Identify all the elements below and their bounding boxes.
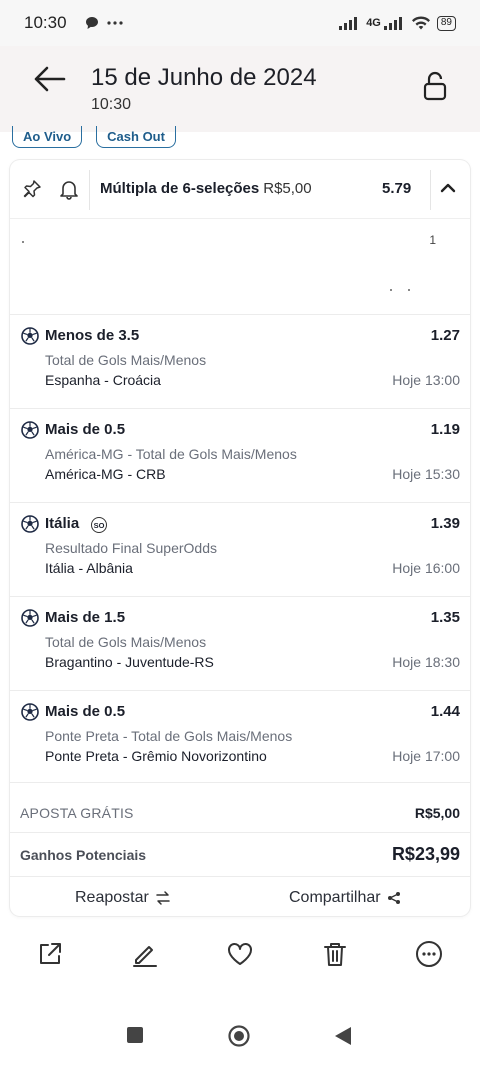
network-type: 4G xyxy=(366,17,381,29)
selection-odds: 1.39 xyxy=(430,515,460,532)
rebet-button[interactable]: Reapostar xyxy=(75,889,171,907)
bet-actions: Reapostar Compartilhar xyxy=(10,876,470,916)
more-notifications-icon xyxy=(106,21,123,25)
header-divider xyxy=(89,170,90,210)
soccer-ball-icon xyxy=(21,515,39,533)
soccer-ball-icon xyxy=(21,421,39,439)
hidden-selection-area: 1 xyxy=(10,218,470,314)
selection-event: Itália - Albânia xyxy=(45,560,133,576)
selection-pick: Mais de 0.5 xyxy=(45,421,126,438)
edit-icon[interactable] xyxy=(131,940,159,968)
superodds-badge: SO xyxy=(91,517,107,533)
potential-winnings-label: Ganhos Potenciais xyxy=(20,847,147,863)
selection-row[interactable]: Mais de 0.5 1.44 Ponte Preta - Total de Go… xyxy=(10,690,470,784)
selection-pick: Mais de 1.5 xyxy=(45,609,126,626)
artifact-dot xyxy=(408,289,410,291)
battery-indicator: 89 xyxy=(436,15,456,31)
status-left: 10:30 xyxy=(24,13,123,33)
selection-market: Resultado Final SuperOdds xyxy=(45,540,217,556)
artifact-dot xyxy=(22,241,24,243)
selection-pick: Mais de 0.5 xyxy=(45,703,126,720)
share-label: Compartilhar xyxy=(289,889,381,906)
potential-winnings-row: Ganhos Potenciais R$23,99 xyxy=(10,832,470,876)
bet-title: Múltipla de 6-seleções R$5,00 xyxy=(100,180,312,197)
free-bet-row: APOSTA GRÁTIS R$5,00 xyxy=(10,782,470,832)
bet-card-header[interactable]: Múltipla de 6-seleções R$5,00 5.79 xyxy=(10,160,470,218)
selection-time: Hoje 16:00 xyxy=(392,560,460,576)
soccer-ball-icon xyxy=(21,327,39,345)
chip-live[interactable]: Ao Vivo xyxy=(12,126,83,148)
selection-event: Espanha - Croácia xyxy=(45,372,161,388)
swap-icon xyxy=(156,891,170,905)
bet-card: Múltipla de 6-seleções R$5,00 5.79 1 Meno… xyxy=(10,160,470,916)
selection-time: Hoje 18:30 xyxy=(392,654,460,670)
selection-market: Total de Gols Mais/Menos xyxy=(45,352,207,368)
heart-icon[interactable] xyxy=(226,940,254,968)
share-icon xyxy=(387,892,400,904)
selection-market: América-MG - Total de Gols Mais/Menos xyxy=(45,446,297,462)
signal-icon xyxy=(339,17,358,30)
selection-row[interactable]: Menos de 3.5 1.27 Total de Gols Mais/Menos… xyxy=(10,314,470,408)
page-title: 15 de Junho de 2024 xyxy=(91,64,317,91)
arrow-left-icon[interactable] xyxy=(32,64,68,94)
status-time: 10:30 xyxy=(24,13,67,32)
bell-icon[interactable] xyxy=(59,178,79,200)
open-external-icon[interactable] xyxy=(36,940,64,968)
artifact-dot xyxy=(390,289,392,291)
bottom-toolbar xyxy=(0,930,480,980)
selection-time: Hoje 13:00 xyxy=(392,372,460,388)
page-subtitle-time: 10:30 xyxy=(91,96,132,113)
selection-odds: 1.44 xyxy=(430,703,460,720)
selection-event: Bragantino - Juventude-RS xyxy=(45,654,214,670)
wifi-icon xyxy=(411,15,430,29)
free-bet-value: R$5,00 xyxy=(414,805,460,821)
more-icon[interactable] xyxy=(415,940,443,968)
soccer-ball-icon xyxy=(21,609,39,627)
soccer-ball-icon xyxy=(21,703,39,721)
partial-digit: 1 xyxy=(429,233,436,247)
selection-row[interactable]: Itália SO 1.39 Resultado Final SuperOdds Itá… xyxy=(10,502,470,596)
back-icon[interactable] xyxy=(334,1026,352,1046)
selection-odds: 1.35 xyxy=(430,609,460,626)
selection-pick: Menos de 3.5 xyxy=(45,327,140,344)
bet-type: Múltipla de 6-seleções xyxy=(100,180,260,197)
recent-apps-icon[interactable] xyxy=(126,1026,144,1044)
selection-time: Hoje 17:00 xyxy=(392,748,460,764)
selection-pick: Itália xyxy=(45,515,80,532)
potential-winnings-value: R$23,99 xyxy=(391,844,460,864)
header-divider-2 xyxy=(430,170,431,210)
chat-notification-icon xyxy=(85,17,98,29)
selection-row[interactable]: Mais de 1.5 1.35 Total de Gols Mais/Menos B… xyxy=(10,596,470,690)
lock-icon[interactable] xyxy=(422,70,448,102)
selection-odds: 1.27 xyxy=(430,327,460,344)
bet-total-odds: 5.79 xyxy=(382,180,412,197)
status-bar: 10:30 4G 89 xyxy=(0,0,480,46)
trash-icon[interactable] xyxy=(321,940,349,968)
selection-market: Total de Gols Mais/Menos xyxy=(45,634,207,650)
selection-row[interactable]: Mais de 0.5 1.19 América-MG - Total de Gol… xyxy=(10,408,470,502)
selection-event: América-MG - CRB xyxy=(45,466,166,482)
free-bet-label: APOSTA GRÁTIS xyxy=(20,805,134,821)
status-right: 4G 89 xyxy=(338,15,456,31)
signal-icon-2 xyxy=(383,17,402,30)
bet-stake: R$5,00 xyxy=(263,180,312,197)
selection-odds: 1.19 xyxy=(430,421,460,438)
pin-icon[interactable] xyxy=(22,179,42,199)
chevron-up-icon[interactable] xyxy=(440,182,456,194)
system-nav-bar xyxy=(0,1010,480,1066)
selection-event: Ponte Preta - Grêmio Novorizontino xyxy=(45,748,267,764)
chip-cash-out[interactable]: Cash Out xyxy=(96,126,176,148)
home-icon[interactable] xyxy=(228,1025,250,1047)
rebet-label: Reapostar xyxy=(75,889,149,906)
app-header: 15 de Junho de 2024 10:30 xyxy=(0,46,480,132)
share-button[interactable]: Compartilhar xyxy=(289,889,401,907)
filter-chips: Ao Vivo Cash Out xyxy=(12,126,176,148)
selection-time: Hoje 15:30 xyxy=(392,466,460,482)
selection-market: Ponte Preta - Total de Gols Mais/Menos xyxy=(45,728,293,744)
